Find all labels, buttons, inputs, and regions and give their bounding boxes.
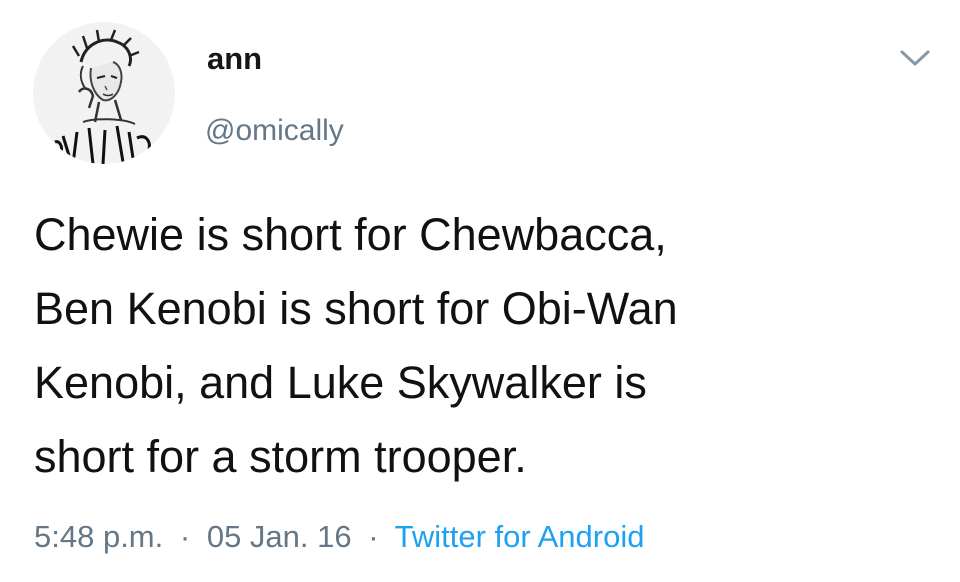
tweet-card: ann @omically Chewie is short for Chewba… — [0, 0, 960, 582]
avatar[interactable] — [33, 22, 175, 164]
tweet-text-line: Chewie is short for Chewbacca, — [34, 209, 667, 260]
tweet-text-line: short for a storm trooper. — [34, 431, 527, 482]
tweet-metadata: 5:48 p.m. · 05 Jan. 16 · Twitter for And… — [34, 514, 644, 560]
user-handle[interactable]: @omically — [205, 112, 344, 150]
meta-separator: · — [368, 519, 379, 554]
tweet-time[interactable]: 5:48 p.m. — [34, 519, 163, 554]
tweet-text: Chewie is short for Chewbacca, Ben Kenob… — [34, 198, 914, 494]
tweet-text-line: Kenobi, and Luke Skywalker is — [34, 357, 647, 408]
meta-separator: · — [179, 519, 191, 554]
avatar-sketch-icon — [54, 29, 151, 164]
tweet-text-line: Ben Kenobi is short for Obi-Wan — [34, 283, 678, 334]
user-display-name[interactable]: ann — [207, 40, 262, 78]
tweet-source-link[interactable]: Twitter for Android — [395, 519, 645, 554]
tweet-date[interactable]: 05 Jan. 16 — [207, 519, 352, 554]
chevron-down-icon[interactable] — [898, 44, 932, 72]
